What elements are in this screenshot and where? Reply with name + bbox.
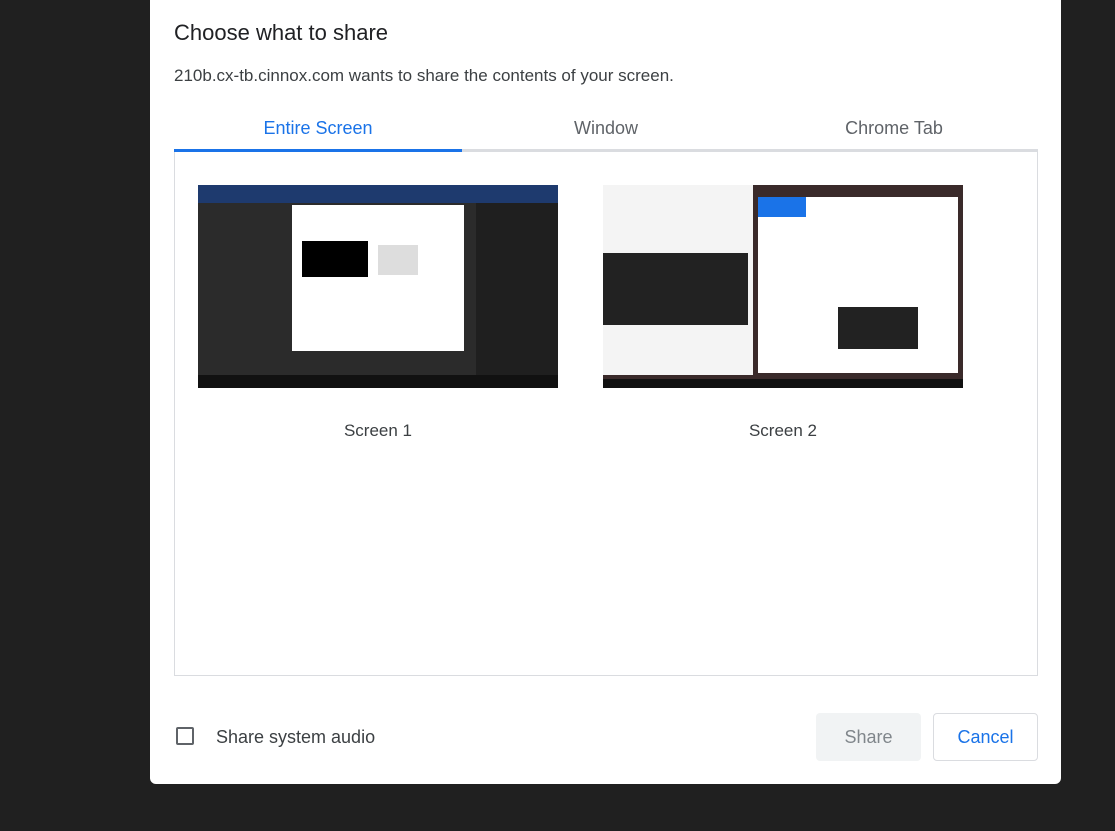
tab-entire-screen[interactable]: Entire Screen <box>174 112 462 152</box>
share-audio-label[interactable]: Share system audio <box>216 727 375 748</box>
share-button[interactable]: Share <box>816 713 921 761</box>
screen-2-thumbnail[interactable] <box>603 185 963 388</box>
source-screen-2[interactable]: Screen 2 <box>603 185 963 441</box>
screen-1-label: Screen 1 <box>343 421 413 440</box>
cancel-button[interactable]: Cancel <box>933 713 1038 761</box>
share-dialog: Choose what to share 210b.cx-tb.cinnox.c… <box>150 0 1061 784</box>
dialog-subtitle: 210b.cx-tb.cinnox.com wants to share the… <box>174 66 674 85</box>
source-panel: Screen 1 Screen 2 <box>174 152 1038 676</box>
tab-chrome-tab[interactable]: Chrome Tab <box>750 112 1038 149</box>
source-screen-1[interactable]: Screen 1 <box>198 185 558 441</box>
share-audio-checkbox[interactable] <box>176 727 194 745</box>
screen-1-thumbnail[interactable] <box>198 185 558 388</box>
dialog-title: Choose what to share <box>174 20 389 45</box>
tab-bar: Entire Screen Window Chrome Tab <box>174 112 1038 152</box>
tab-window[interactable]: Window <box>462 112 750 149</box>
screen-2-label: Screen 2 <box>748 421 818 440</box>
